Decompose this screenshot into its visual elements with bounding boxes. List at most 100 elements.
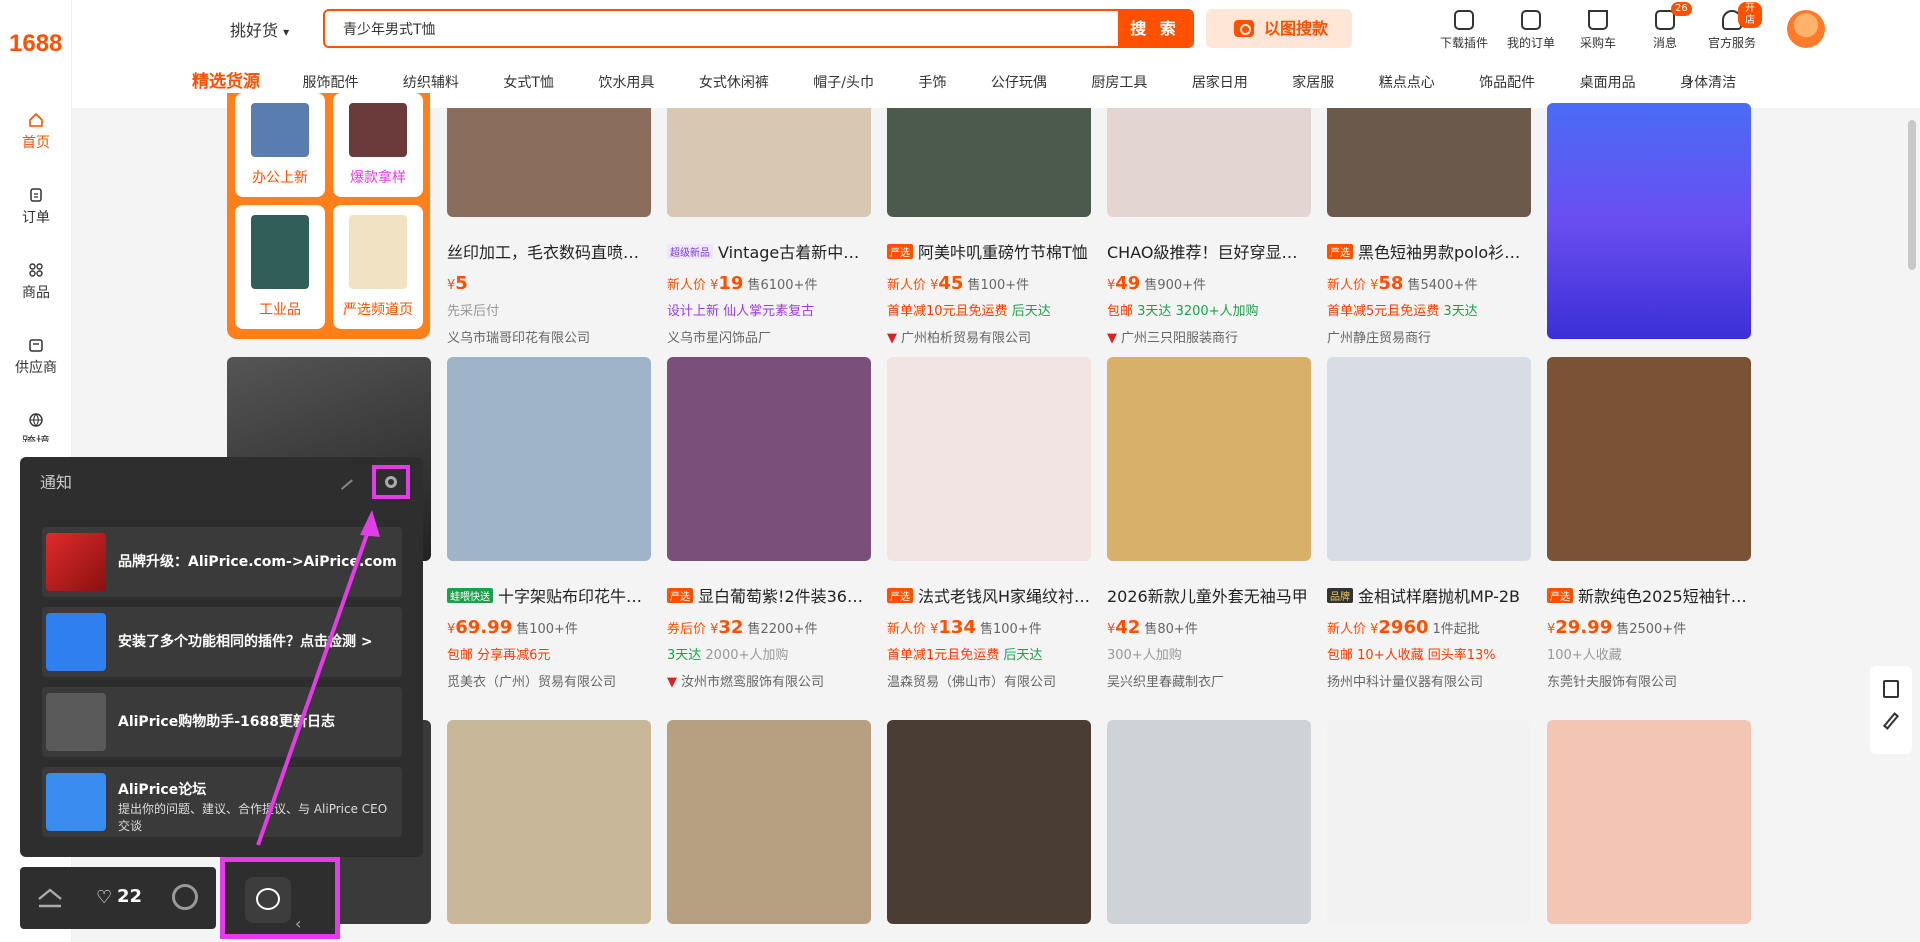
product-shop[interactable]: 觅美衣（广州）贸易有限公司 [447,671,651,690]
product-card[interactable] [1327,720,1531,924]
product-card[interactable]: 品牌 金相试样磨抛机MP-2B 新人价 ¥2960 1件起批 包邮 10+人收藏 回头率… [1327,357,1531,690]
notes-icon[interactable] [1883,680,1899,698]
category-item[interactable]: 厨房工具 [1091,75,1147,91]
category-item[interactable]: 家居服 [1292,75,1334,91]
product-title[interactable]: 严选 阿美咔叽重磅竹节棉T恤 [887,239,1091,263]
product-card[interactable]: 超级新品 Vintage古着新中式串珠手链新人价 ¥19售6100+件设计上新 仙… [667,108,871,346]
product-title[interactable]: 丝印加工，毛衣数码直喷定制 [447,239,651,263]
product-tag: 严选 [1547,588,1573,603]
site-logo[interactable]: 1688 [9,30,62,58]
product-title[interactable]: CHAO級推荐！巨好穿显瘦条纹T [1107,239,1311,263]
category-item[interactable]: 纺织辅料 [403,75,459,91]
product-card[interactable]: 严选显白葡萄紫!2件装360G重磅券后价 ¥32售2200+件 3天达 2000+… [667,357,871,690]
product-shop[interactable]: 吴兴织里春藏制衣厂 [1107,671,1311,690]
search-button[interactable]: 搜 索 [1118,11,1192,46]
product-card[interactable] [447,720,651,924]
sidebar-item-crossborder[interactable]: 跨境 [0,412,72,442]
pencil-icon[interactable] [333,470,353,490]
download-plugin-button[interactable]: 下载插件 [1434,10,1494,51]
product-title[interactable]: 2026新款儿童外套无袖马甲 [1107,583,1311,607]
my-orders-button[interactable]: 我的订单 [1501,10,1561,51]
product-shop[interactable]: 义乌市瑞哥印花有限公司 [447,327,651,346]
product-card[interactable]: 2026新款儿童外套无袖马甲 ¥42 售80+件 300+人加购 吴兴织里春藏制衣厂 [1107,357,1311,690]
product-card[interactable]: 严选新款纯色2025短袖针织T恤 ¥29.99售2500+件 100+人收藏 东莞针… [1547,357,1751,690]
category-item[interactable]: 公仔玩偶 [991,75,1047,91]
product-shop[interactable]: 温森贸易（佛山市）有限公司 [887,671,1091,690]
image-search-button[interactable]: 以图搜款 [1206,9,1352,48]
notification-item[interactable]: 品牌升级：AliPrice.com->AiPrice.com [42,527,402,597]
product-card[interactable]: CHAO級推荐！巨好穿显瘦条纹T ¥49售900+件包邮 3天达 3200+人加购… [1107,108,1311,346]
chevron-down-icon: ▾ [283,25,290,39]
channel-tile[interactable]: 严选频道页 [333,205,423,329]
heart-icon[interactable]: ♡ [96,887,112,908]
channel-tile[interactable]: 爆款拿样 [333,93,423,197]
category-item[interactable]: 桌面用品 [1580,75,1636,91]
category-item[interactable]: 饮水用具 [598,75,654,91]
sidebar-item-orders[interactable]: 订单 [0,187,72,227]
product-card[interactable]: 蛙喂快送 十字架贴布印花牛仔裤 ¥69.99 售100+件 包邮 分享再减6元 觅美衣（广… [447,357,651,690]
notification-item[interactable]: 安装了多个功能相同的插件？点击检测 > [42,607,402,677]
cart-icon [1588,10,1608,30]
chat-button[interactable]: ‹ [220,857,340,939]
settings-button[interactable] [372,465,410,499]
notification-item[interactable]: AliPrice购物助手-1688更新日志 [42,687,402,757]
product-title[interactable]: 品牌 金相试样磨抛机MP-2B [1327,583,1531,607]
product-title[interactable]: 超级新品 Vintage古着新中式串珠手链 [667,239,871,263]
product-title[interactable]: 严选法式老钱风H家绳纹衬衫套装 [887,583,1091,607]
messages-button[interactable]: 26 消息 [1635,2,1695,51]
product-card[interactable]: 严选 阿美咔叽重磅竹节棉T恤 新人价 ¥45 售100+件 首单减10元且免运费 后天达… [887,108,1091,346]
history-icon[interactable] [172,884,198,910]
product-card[interactable] [1547,720,1751,924]
channel-tile[interactable]: 工业品 [235,205,325,329]
promo-banner[interactable] [1547,103,1751,339]
official-service-button[interactable]: 开店 官方服务 [1702,2,1762,51]
notification-text: AliPrice论坛 [118,782,207,798]
cart-button[interactable]: 采购车 [1568,10,1628,51]
category-item[interactable]: 女式休闲裤 [699,75,769,91]
category-item[interactable]: 帽子/头巾 [813,75,874,91]
product-card[interactable]: 丝印加工，毛衣数码直喷定制 ¥5 先采后付 义乌市瑞哥印花有限公司 [447,108,651,346]
product-shop[interactable]: ▼ 广州三只阳服装商行 [1107,327,1311,346]
header-button-label: 消息 [1652,36,1677,50]
collapse-up-icon[interactable] [36,887,64,909]
category-item[interactable]: 女式T恤 [503,75,554,91]
sidebar-item-home[interactable]: 首页 [0,112,72,152]
category-item[interactable]: 服饰配件 [302,75,358,91]
product-promo: 300+人加购 [1107,648,1182,663]
product-card[interactable] [887,720,1091,924]
edit-icon[interactable] [1882,712,1900,730]
product-title[interactable]: 严选显白葡萄紫!2件装360G重磅 [667,583,871,607]
product-card[interactable]: 严选法式老钱风H家绳纹衬衫套装新人价 ¥134售100+件首单减1元且免运费 后… [887,357,1091,690]
product-title[interactable]: 严选新款纯色2025短袖针织T恤 [1547,583,1751,607]
notification-item[interactable]: AliPrice论坛 提出你的问题、建议、合作提议、与 AliPrice CEO… [42,767,402,837]
scrollbar[interactable] [1908,120,1916,270]
product-title[interactable]: 蛙喂快送 十字架贴布印花牛仔裤 [447,583,651,607]
product-shop[interactable]: ▼ 汝州市燃鸾服饰有限公司 [667,671,871,690]
product-shop[interactable]: ▼ 广州柏析贸易有限公司 [887,327,1091,346]
product-price: 新人价 ¥58 售5400+件 [1327,273,1478,294]
sidebar-item-products[interactable]: 商品 [0,262,72,302]
search-input[interactable] [325,11,1115,46]
product-title-text: 新款纯色2025短袖针织T恤 [1578,587,1751,606]
avatar[interactable] [1787,10,1825,48]
category-item[interactable]: 手饰 [918,75,946,91]
product-shop[interactable]: 扬州中科计量仪器有限公司 [1327,671,1531,690]
channel-tile[interactable]: 办公上新 [235,93,325,197]
category-item[interactable]: 糕点点心 [1379,75,1435,91]
chevron-left-icon[interactable]: ‹ [295,914,301,933]
product-shop[interactable]: 广州静庄贸易商行 [1327,327,1531,346]
sidebar-item-suppliers[interactable]: 供应商 [0,337,72,377]
category-item[interactable]: 饰品配件 [1479,75,1535,91]
product-title[interactable]: 严选 黑色短袖男款polo衫夏季 [1327,239,1531,263]
product-shop[interactable]: 东莞针夫服饰有限公司 [1547,671,1751,690]
product-card[interactable] [1107,720,1311,924]
category-featured[interactable]: 精选货源 [192,72,260,92]
product-card[interactable] [667,720,871,924]
category-item[interactable]: 居家日用 [1192,75,1248,91]
category-next-arrow[interactable]: › [1686,71,1693,92]
pick-goods-dropdown[interactable]: 挑好货 ▾ [230,17,289,41]
product-shop[interactable]: 义乌市星闪饰品厂 [667,327,871,346]
clipboard-icon [1521,10,1541,30]
product-price: 新人价 ¥45 售100+件 [887,273,1030,294]
product-card[interactable]: 严选 黑色短袖男款polo衫夏季 新人价 ¥58 售5400+件 首单减5元且免运费 3… [1327,108,1531,346]
